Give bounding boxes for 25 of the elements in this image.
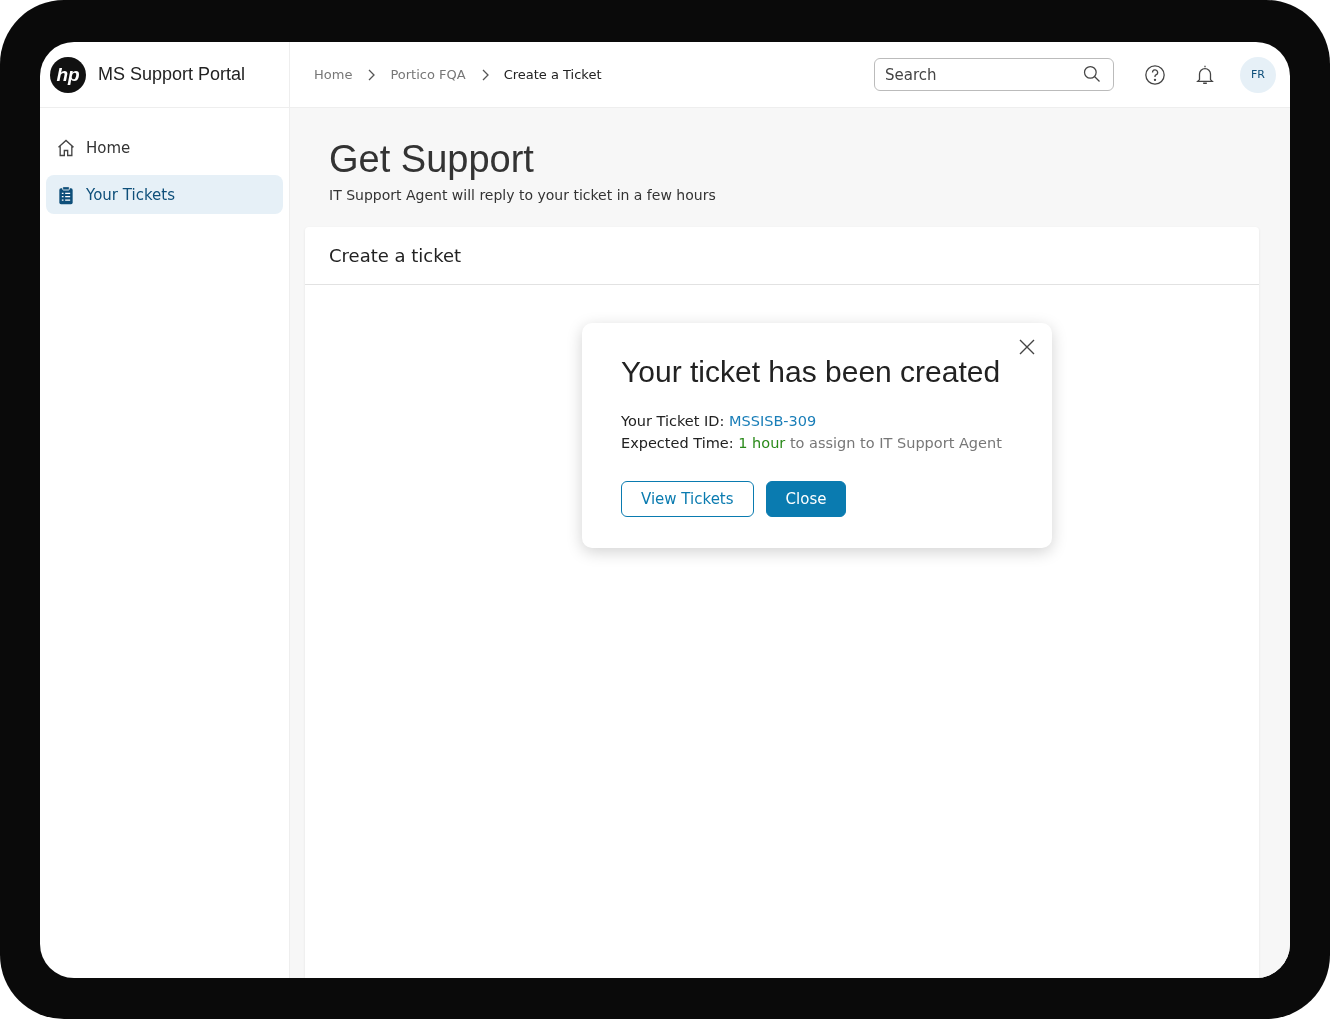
ticket-id-link[interactable]: MSSISB-309 xyxy=(729,413,817,429)
breadcrumb-link[interactable]: Portico FQA xyxy=(390,67,466,82)
search-field[interactable]: Search xyxy=(874,58,1114,91)
search-icon xyxy=(1082,64,1102,84)
help-icon xyxy=(1144,63,1166,86)
close-icon xyxy=(1018,338,1036,356)
view-tickets-button[interactable]: View Tickets xyxy=(621,481,754,517)
expected-time-text: Expected Time: 1 hour to assign to IT Support Agent xyxy=(621,435,1003,451)
home-icon xyxy=(56,137,76,158)
chevron-right-icon xyxy=(366,68,377,81)
card-title: Create a ticket xyxy=(329,245,462,266)
portal-title: MS Support Portal xyxy=(98,64,246,85)
sidebar-item[interactable]: Your Tickets xyxy=(46,175,283,214)
breadcrumb-link[interactable]: Create a Ticket xyxy=(503,67,602,82)
user-avatar[interactable]: FR xyxy=(1240,56,1276,93)
ticket-id-text: Your Ticket ID: MSSISB-309 xyxy=(621,413,818,429)
breadcrumb-link[interactable]: Home xyxy=(314,67,353,82)
page-title: Get Support xyxy=(329,138,535,181)
dialog-title: Your ticket has been created xyxy=(621,355,1002,389)
close-button[interactable] xyxy=(1018,338,1036,356)
close-button[interactable]: Close xyxy=(765,481,847,517)
sidebar-item[interactable]: Home xyxy=(46,128,283,167)
clipboard-icon xyxy=(56,184,76,205)
page-subtitle: IT Support Agent will reply to your ticket in a few hours xyxy=(329,187,717,203)
logo: hp xyxy=(50,56,86,93)
